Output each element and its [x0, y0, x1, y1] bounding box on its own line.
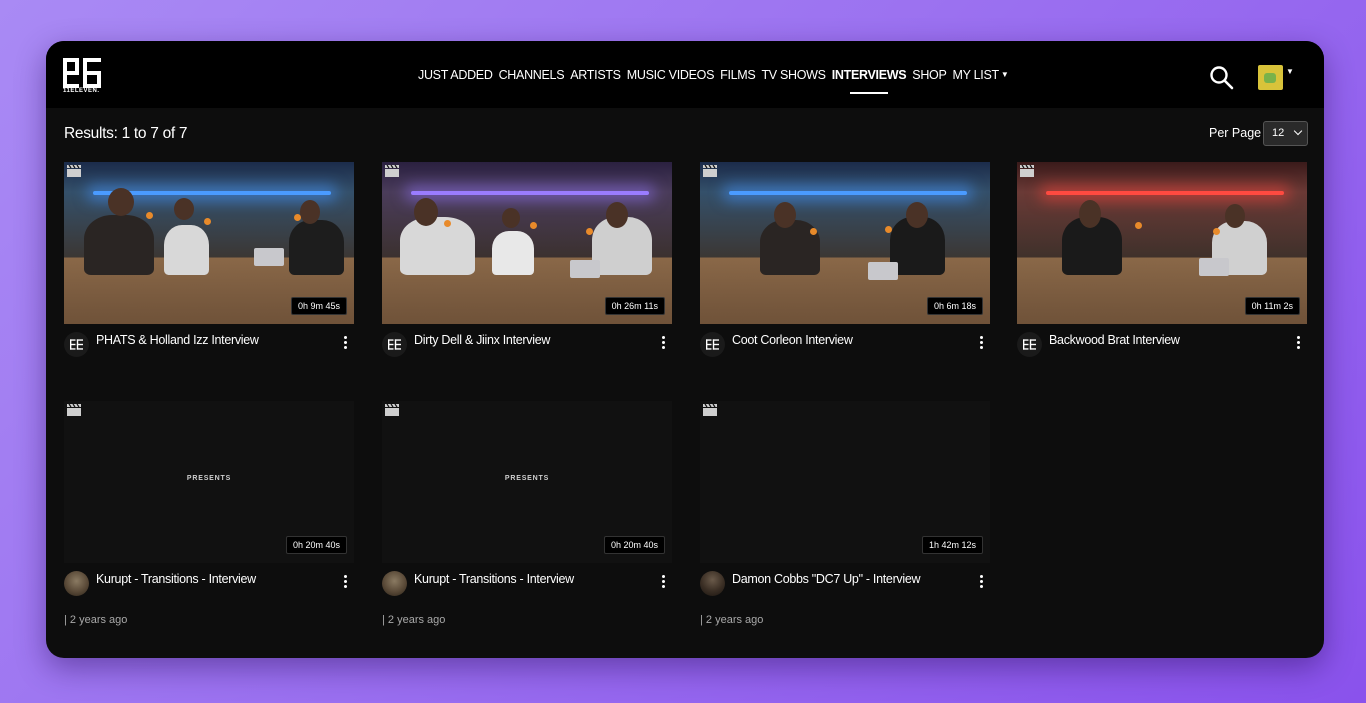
clapperboard-icon [385, 404, 399, 416]
video-title[interactable]: Kurupt - Transitions - Interview [96, 572, 336, 586]
app-window: 11ELEVEN. JUST ADDED CHANNELS ARTISTS MU… [46, 41, 1324, 658]
logo-mark-icon [388, 338, 401, 351]
video-thumbnail[interactable]: 1h 42m 12s [700, 401, 990, 563]
channel-avatar[interactable] [64, 332, 89, 357]
channel-avatar[interactable] [1017, 332, 1042, 357]
nav-item-channels[interactable]: CHANNELS [499, 68, 565, 82]
clapperboard-icon [385, 165, 399, 177]
more-options-button[interactable] [658, 575, 668, 591]
video-title[interactable]: Backwood Brat Interview [1049, 333, 1289, 347]
logo-mark-icon [706, 338, 719, 351]
video-upload-date: | 2 years ago [700, 614, 763, 626]
nav-item-artists[interactable]: ARTISTS [570, 68, 620, 82]
more-options-button[interactable] [1293, 336, 1303, 352]
video-title[interactable]: Coot Corleon Interview [732, 333, 972, 347]
video-thumbnail[interactable]: 0h 6m 18s [700, 162, 990, 324]
logo-mark-icon [70, 338, 83, 351]
clapperboard-icon [67, 404, 81, 416]
main-nav: JUST ADDED CHANNELS ARTISTS MUSIC VIDEOS… [418, 68, 1008, 82]
nav-item-music-videos[interactable]: MUSIC VIDEOS [627, 68, 714, 82]
top-navbar: 11ELEVEN. JUST ADDED CHANNELS ARTISTS MU… [46, 41, 1324, 108]
search-icon [1209, 65, 1235, 91]
video-title[interactable]: Damon Cobbs "DC7 Up" - Interview [732, 572, 972, 586]
duration-badge: 0h 20m 40s [604, 536, 665, 554]
more-options-button[interactable] [976, 336, 986, 352]
nav-item-just-added[interactable]: JUST ADDED [418, 68, 493, 82]
clapperboard-icon [703, 165, 717, 177]
duration-badge: 0h 26m 11s [605, 297, 665, 315]
channel-avatar[interactable] [382, 332, 407, 357]
video-title[interactable]: PHATS & Holland Izz Interview [96, 333, 336, 347]
video-thumbnail[interactable]: 0h 11m 2s [1017, 162, 1307, 324]
logo-mark-icon [63, 58, 101, 88]
nav-item-my-list-label: MY LIST [953, 68, 999, 82]
logo-mark-icon [1023, 338, 1036, 351]
video-thumbnail[interactable]: 0h 26m 11s [382, 162, 672, 324]
video-thumbnail[interactable]: PRESENTS 0h 20m 40s [64, 401, 354, 563]
nav-item-shop[interactable]: SHOP [912, 68, 946, 82]
per-page-value: 12 [1272, 127, 1284, 139]
clapperboard-icon [703, 404, 717, 416]
video-thumbnail[interactable]: PRESENTS 0h 20m 40s [382, 401, 672, 563]
duration-badge: 0h 20m 40s [286, 536, 347, 554]
more-options-button[interactable] [340, 575, 350, 591]
video-upload-date: | 2 years ago [382, 614, 445, 626]
duration-badge: 0h 11m 2s [1245, 297, 1300, 315]
search-button[interactable] [1209, 65, 1235, 91]
more-options-button[interactable] [976, 575, 986, 591]
thumbnail-overlay-text: PRESENTS [64, 475, 354, 482]
thumbnail-overlay-text: PRESENTS [382, 475, 672, 482]
more-options-button[interactable] [340, 336, 350, 352]
avatar [1258, 65, 1283, 90]
per-page-select[interactable]: 12 [1263, 121, 1308, 146]
duration-badge: 0h 6m 18s [927, 297, 983, 315]
nav-item-tv-shows[interactable]: TV SHOWS [761, 68, 825, 82]
video-title[interactable]: Dirty Dell & Jiinx Interview [414, 333, 654, 347]
results-count: Results: 1 to 7 of 7 [64, 125, 187, 143]
video-upload-date: | 2 years ago [64, 614, 127, 626]
video-thumbnail[interactable]: 0h 9m 45s [64, 162, 354, 324]
duration-badge: 1h 42m 12s [922, 536, 983, 554]
caret-down-icon: ▼ [1001, 70, 1009, 79]
channel-avatar[interactable] [64, 571, 89, 596]
per-page-label: Per Page [1209, 126, 1261, 140]
user-menu-button[interactable]: ▼ [1258, 65, 1298, 91]
duration-badge: 0h 9m 45s [291, 297, 347, 315]
clapperboard-icon [1020, 165, 1034, 177]
more-options-button[interactable] [658, 336, 668, 352]
nav-item-interviews[interactable]: INTERVIEWS [832, 68, 907, 82]
channel-avatar[interactable] [700, 332, 725, 357]
caret-down-icon: ▼ [1286, 67, 1294, 76]
clapperboard-icon [67, 165, 81, 177]
nav-item-my-list[interactable]: MY LIST ▼ [953, 68, 1009, 82]
channel-avatar[interactable] [700, 571, 725, 596]
video-title[interactable]: Kurupt - Transitions - Interview [414, 572, 654, 586]
nav-item-films[interactable]: FILMS [720, 68, 755, 82]
channel-avatar[interactable] [382, 571, 407, 596]
chevron-down-icon [1294, 127, 1302, 135]
logo-wordmark: 11ELEVEN. [63, 88, 100, 94]
